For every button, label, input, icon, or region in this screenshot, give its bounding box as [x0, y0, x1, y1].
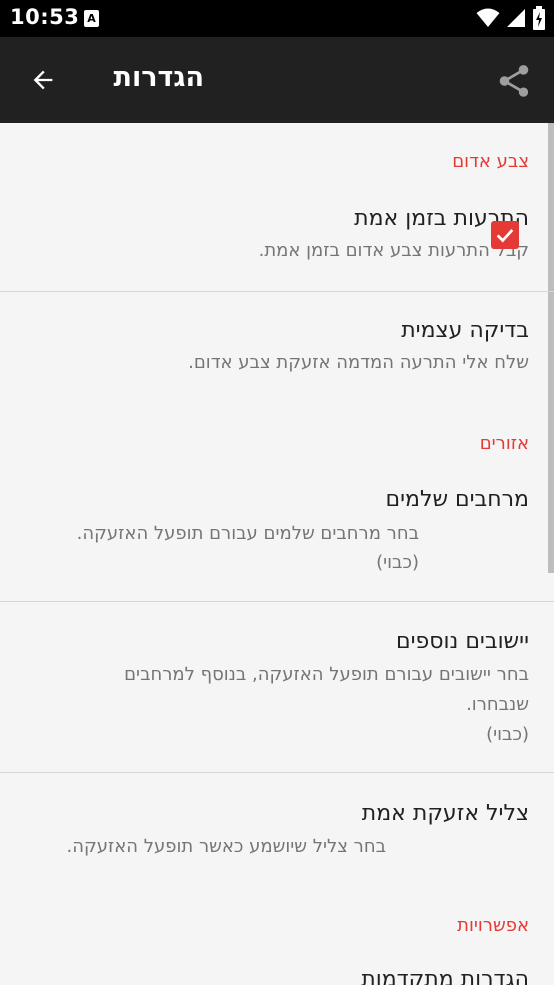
status-time: 10:53 [10, 5, 80, 29]
pref-self-test[interactable]: בדיקה עצמית שלח אלי התרעה המדמה אזעקת צב… [0, 292, 554, 402]
category-red-alert: צבע אדום [452, 151, 529, 172]
settings-list[interactable]: צבע אדום התרעות בזמן אמת קבל התרעות צבע … [0, 123, 554, 985]
category-options: אפשרויות [457, 915, 529, 936]
status-bar: 10:53 A [0, 0, 554, 37]
pref-title: צליל אזעקת אמת [361, 801, 529, 826]
realtime-alerts-checkbox[interactable] [491, 221, 519, 249]
arrow-back-icon [33, 70, 53, 90]
signal-icon [507, 9, 525, 27]
pref-summary-line: בחר יישובים עבורם תופעל האזעקה, בנוסף למ… [124, 664, 529, 685]
check-icon [496, 229, 514, 243]
battery-charging-icon [533, 6, 545, 30]
pref-summary-line: (כבוי) [376, 552, 419, 573]
category-areas: אזורים [479, 433, 529, 454]
pref-summary-line: (כבוי) [486, 724, 529, 745]
status-icons [476, 6, 546, 30]
pref-summary-line: שנבחרו. [466, 694, 529, 715]
pref-title: מרחבים שלמים [385, 487, 529, 512]
pref-whole-regions[interactable]: מרחבים שלמים בחר מרחבים שלמים עבורם תופע… [0, 463, 554, 601]
share-icon [499, 65, 529, 97]
page-title: הגדרות [113, 62, 204, 93]
pref-alarm-sound[interactable]: צליל אזעקת אמת בחר צליל שיושמע כאשר תופע… [0, 773, 554, 883]
share-button[interactable] [492, 59, 536, 103]
pref-title: בדיקה עצמית [401, 318, 529, 343]
app-bar: הגדרות [0, 37, 554, 123]
pref-summary: שלח אלי התרעה המדמה אזעקת צבע אדום. [188, 352, 529, 373]
pref-summary: בחר צליל שיושמע כאשר תופעל האזעקה. [66, 836, 386, 857]
wifi-icon [476, 8, 500, 27]
notification-icon: A [84, 10, 99, 27]
pref-summary-line: בחר מרחבים שלמים עבורם תופעל האזעקה. [76, 523, 419, 544]
pref-realtime-alerts[interactable]: התרעות בזמן אמת קבל התרעות צבע אדום בזמן… [0, 180, 554, 291]
pref-title: הגדרות מתקדמות [361, 967, 529, 985]
back-button[interactable] [20, 57, 66, 103]
pref-title: יישובים נוספים [396, 629, 529, 654]
pref-summary: קבל התרעות צבע אדום בזמן אמת. [258, 240, 529, 261]
pref-advanced-settings[interactable]: הגדרות מתקדמות [0, 945, 554, 985]
pref-additional-cities[interactable]: יישובים נוספים בחר יישובים עבורם תופעל ה… [0, 602, 554, 772]
